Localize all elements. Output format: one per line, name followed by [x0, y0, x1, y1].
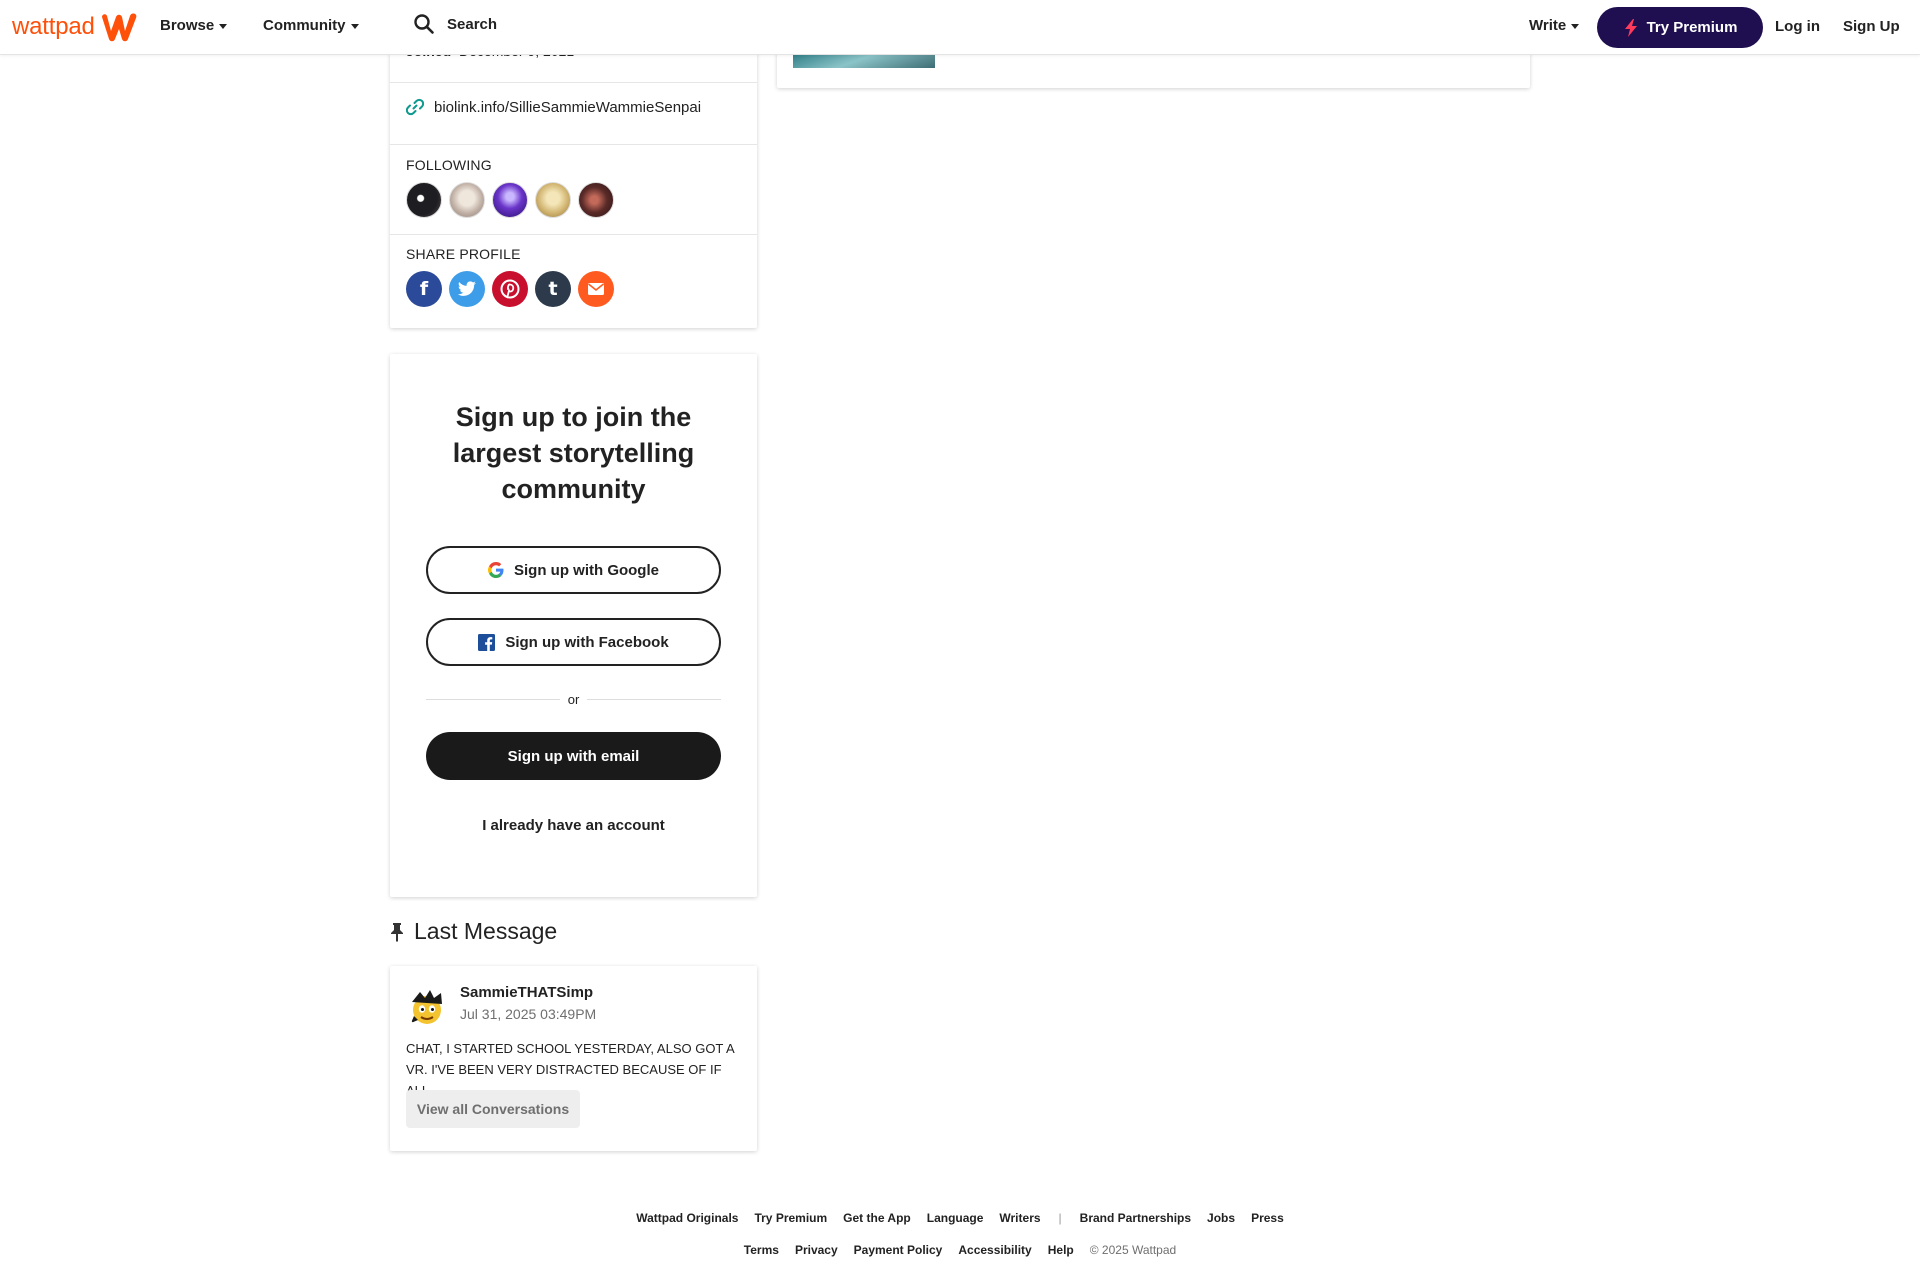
view-all-conversations-button[interactable]: View all Conversations [406, 1090, 580, 1128]
email-signup-label: Sign up with email [507, 747, 640, 765]
facebook-icon [478, 633, 496, 651]
top-navigation: wattpad Browse Community Search Write Tr… [0, 0, 1920, 55]
wattpad-w-icon [101, 13, 137, 42]
try-premium-label: Try Premium [1646, 19, 1738, 36]
try-premium-button[interactable]: Try Premium [1597, 7, 1763, 48]
wattpad-logo[interactable]: wattpad [12, 11, 139, 43]
search-bar[interactable]: Search [413, 13, 497, 35]
footer-separator: | [1058, 1211, 1062, 1225]
write-label: Write [1529, 17, 1567, 34]
last-message-card: SammieTHATSimp Jul 31, 2025 03:49PM CHAT… [390, 966, 757, 1151]
lightning-icon [1624, 18, 1637, 37]
last-message-heading: Last Message [389, 918, 557, 945]
following-avatar[interactable] [492, 182, 528, 218]
login-link[interactable]: Log in [1775, 18, 1820, 35]
following-avatars [406, 182, 614, 218]
login-existing-account-link[interactable]: I already have an account [426, 817, 721, 834]
write-dropdown[interactable]: Write [1529, 17, 1580, 34]
footer-link-jobs[interactable]: Jobs [1207, 1211, 1235, 1225]
footer-link-privacy[interactable]: Privacy [795, 1243, 838, 1257]
browse-label: Browse [160, 17, 215, 34]
facebook-signup-button[interactable]: Sign up with Facebook [426, 618, 721, 666]
logo-text: wattpad [12, 13, 95, 40]
twitter-icon[interactable] [449, 271, 485, 307]
footer-link-wattpad-originals[interactable]: Wattpad Originals [636, 1211, 738, 1225]
footer-link-terms[interactable]: Terms [744, 1243, 779, 1257]
cartoon-avatar-icon [411, 990, 442, 1024]
divider [390, 234, 757, 235]
pinterest-icon[interactable] [492, 271, 528, 307]
footer-link-writers[interactable]: Writers [999, 1211, 1040, 1225]
share-profile-label: SHARE PROFILE [406, 246, 521, 262]
search-input[interactable]: Search [447, 16, 497, 33]
or-divider: or [426, 689, 721, 709]
email-icon[interactable] [578, 271, 614, 307]
last-message-title: Last Message [414, 918, 558, 944]
share-buttons: f t [406, 271, 614, 307]
footer-link-get-the-app[interactable]: Get the App [843, 1211, 911, 1225]
footer-link-try-premium[interactable]: Try Premium [754, 1211, 827, 1225]
message-avatar[interactable] [406, 986, 448, 1028]
or-text: or [567, 691, 580, 707]
google-icon [488, 562, 504, 578]
footer-links-secondary: Terms Privacy Payment Policy Accessibili… [0, 1243, 1920, 1257]
chevron-down-icon [219, 24, 228, 29]
link-icon [406, 98, 424, 116]
following-label: FOLLOWING [406, 157, 492, 173]
signup-card: Sign up to join the largest storytelling… [390, 354, 757, 897]
community-dropdown[interactable]: Community [263, 17, 359, 34]
signup-link[interactable]: Sign Up [1843, 18, 1900, 35]
facebook-signup-label: Sign up with Facebook [505, 633, 669, 651]
divider-line [426, 698, 560, 700]
footer-link-brand-partnerships[interactable]: Brand Partnerships [1080, 1211, 1191, 1225]
facebook-icon[interactable]: f [406, 271, 442, 307]
footer-link-accessibility[interactable]: Accessibility [958, 1243, 1031, 1257]
search-icon [414, 14, 434, 34]
chevron-down-icon [350, 24, 359, 29]
divider-line [587, 698, 721, 700]
footer-link-payment-policy[interactable]: Payment Policy [854, 1243, 943, 1257]
footer-links-primary: Wattpad Originals Try Premium Get the Ap… [0, 1211, 1920, 1225]
profile-link-text: biolink.info/SillieSammieWammieSenpai [434, 98, 702, 116]
message-username[interactable]: SammieTHATSimp [460, 984, 593, 1001]
divider [390, 82, 757, 83]
browse-dropdown[interactable]: Browse [160, 17, 228, 34]
following-avatar[interactable] [406, 182, 442, 218]
signup-title: Sign up to join the largest storytelling… [452, 402, 695, 504]
footer-link-press[interactable]: Press [1251, 1211, 1284, 1225]
following-avatar[interactable] [449, 182, 485, 218]
chevron-down-icon [1571, 24, 1580, 29]
message-date: Jul 31, 2025 03:49PM [460, 1006, 597, 1022]
footer-link-help[interactable]: Help [1048, 1243, 1074, 1257]
google-signup-button[interactable]: Sign up with Google [426, 546, 721, 594]
tumblr-icon[interactable]: t [535, 271, 571, 307]
profile-link[interactable]: biolink.info/SillieSammieWammieSenpai [406, 98, 701, 116]
email-signup-button[interactable]: Sign up with email [426, 732, 721, 780]
footer-copyright: © 2025 Wattpad [1089, 1243, 1177, 1257]
divider [390, 144, 757, 145]
view-all-conversations-label: View all Conversations [416, 1101, 570, 1117]
community-label: Community [263, 17, 346, 34]
following-avatar[interactable] [578, 182, 614, 218]
google-signup-label: Sign up with Google [514, 561, 659, 579]
pin-icon [391, 922, 403, 942]
footer-link-language[interactable]: Language [927, 1211, 984, 1225]
following-avatar[interactable] [535, 182, 571, 218]
